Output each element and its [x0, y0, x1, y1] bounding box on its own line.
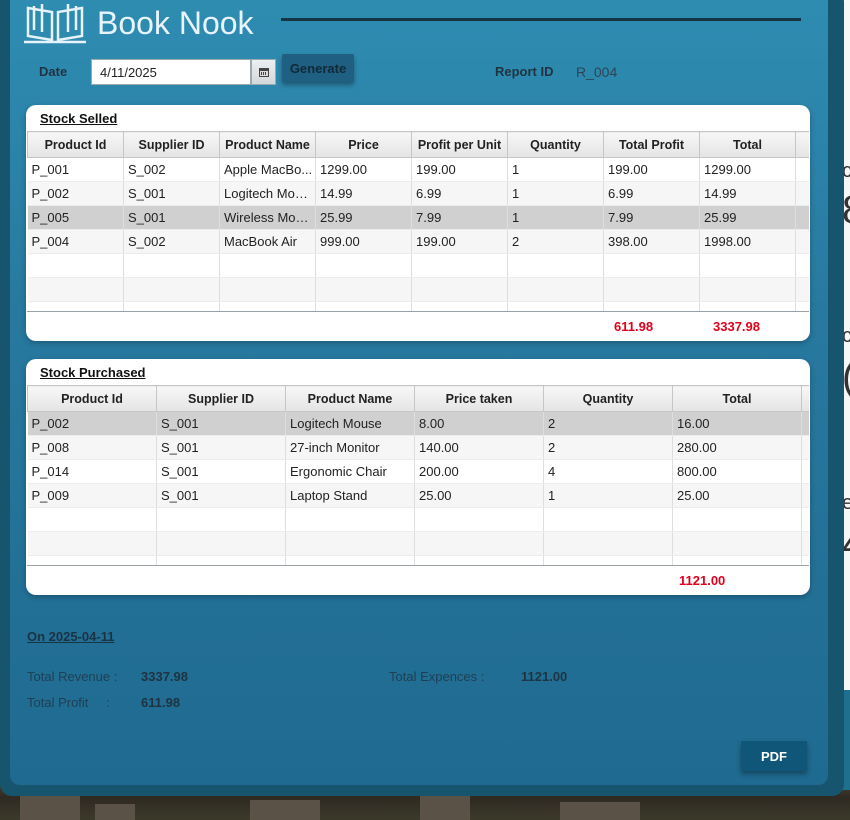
- stock-purchased-title: Stock Purchased: [40, 365, 146, 380]
- table-row[interactable]: P_009 S_001 Laptop Stand 25.00 1 25.00: [27, 483, 809, 508]
- total-profit-sum: 611.98: [614, 319, 654, 334]
- book-logo-icon: [24, 4, 86, 44]
- stock-purchased-card: Stock Purchased Product Id Supplier ID P…: [26, 359, 810, 595]
- column-header[interactable]: Supplier ID: [156, 385, 286, 412]
- total-revenue-label: Total Revenue :: [27, 669, 118, 684]
- column-header[interactable]: Total: [699, 131, 796, 158]
- column-header[interactable]: Product Id: [27, 385, 157, 412]
- column-header[interactable]: Product Name: [285, 385, 415, 412]
- date-input[interactable]: 4/11/2025: [91, 59, 251, 85]
- app-title: Book Nook: [97, 5, 254, 41]
- column-header[interactable]: Price taken: [414, 385, 544, 412]
- column-header[interactable]: Supplier ID: [123, 131, 220, 158]
- calendar-icon: [258, 68, 269, 77]
- column-header[interactable]: Quantity: [507, 131, 604, 158]
- column-header[interactable]: Profit per Unit: [411, 131, 508, 158]
- table-row[interactable]: P_004 S_002 MacBook Air 999.00 199.00 2 398.00…: [27, 229, 809, 254]
- sales-total-sum: 3337.98: [713, 319, 760, 334]
- report-id-value: R_004: [576, 64, 618, 80]
- table-row-empty: [27, 507, 809, 532]
- table-row-selected[interactable]: P_005 S_001 Wireless Mouse 25.99 7.99 1 7.99 25…: [27, 205, 809, 230]
- table-row-selected[interactable]: P_002 S_001 Logitech Mouse 8.00 2 16.00: [27, 411, 809, 436]
- column-header[interactable]: Product Id: [27, 131, 124, 158]
- stock-selled-card: Stock Selled Product Id Supplier ID Prod…: [26, 105, 810, 341]
- column-header[interactable]: Quantity: [543, 385, 673, 412]
- table-row-empty: [27, 301, 809, 311]
- generate-button[interactable]: Generate: [282, 54, 354, 82]
- report-id-label: Report ID: [495, 64, 554, 79]
- table-header: Product Id Supplier ID Product Name Pric…: [27, 131, 809, 158]
- table-row-empty: [27, 531, 809, 556]
- pdf-button[interactable]: PDF: [741, 741, 807, 771]
- table-row[interactable]: P_002 S_001 Logitech Mouse 14.99 6.99 1 6.99 14…: [27, 181, 809, 206]
- table-row-empty: [27, 555, 809, 565]
- total-revenue-value: 3337.98: [141, 669, 188, 684]
- column-header[interactable]: Total Profit: [603, 131, 700, 158]
- column-header[interactable]: Price: [315, 131, 412, 158]
- calendar-button[interactable]: [251, 59, 276, 85]
- header-divider: [281, 18, 801, 21]
- table-row-empty: [27, 253, 809, 278]
- column-header[interactable]: Total: [672, 385, 802, 412]
- table-row[interactable]: P_001 S_002 Apple MacBo... 1299.00 199.00 1 19…: [27, 157, 809, 182]
- total-profit-label: Total Profit :: [27, 695, 111, 710]
- table-row[interactable]: P_014 S_001 Ergonomic Chair 200.00 4 800.00: [27, 459, 809, 484]
- table-row[interactable]: P_008 S_001 27-inch Monitor 140.00 2 280.00: [27, 435, 809, 460]
- table-header: Product Id Supplier ID Product Name Pric…: [27, 385, 809, 412]
- stock-selled-title: Stock Selled: [40, 111, 118, 126]
- stock-purchased-table[interactable]: Product Id Supplier ID Product Name Pric…: [27, 385, 809, 566]
- summary-date-heading: On 2025-04-11: [27, 629, 115, 644]
- date-label: Date: [39, 64, 68, 79]
- total-profit-value: 611.98: [141, 695, 181, 710]
- total-expences-label: Total Expences :: [389, 669, 485, 684]
- column-header[interactable]: Product Name: [219, 131, 316, 158]
- table-row-empty: [27, 277, 809, 302]
- stock-selled-table[interactable]: Product Id Supplier ID Product Name Pric…: [27, 131, 809, 312]
- purchase-total-sum: 1121.00: [679, 573, 726, 588]
- total-expences-value: 1121.00: [521, 669, 568, 684]
